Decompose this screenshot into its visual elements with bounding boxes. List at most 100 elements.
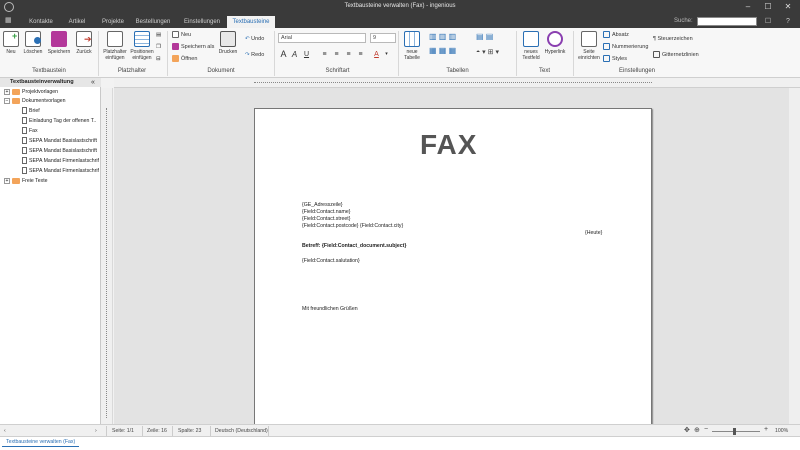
window-toggle-button[interactable]: ☐ xyxy=(761,17,775,27)
redo-button[interactable]: ↷ Redo xyxy=(245,51,264,59)
tab-textbausteine[interactable]: Textbausteine xyxy=(227,16,275,28)
scroll-right-icon[interactable]: › xyxy=(95,428,97,434)
doc-new-icon xyxy=(172,31,179,39)
tree-item-label: SEPA Mandat Basislastschrift xyxy=(29,138,97,144)
print-button[interactable]: Drucken xyxy=(216,31,240,55)
page-setup-label: Seite einrichten xyxy=(578,49,600,61)
document-icon xyxy=(22,127,27,135)
tree-item-sepa-basis-2[interactable]: SEPA Mandat Basislastschrift xyxy=(22,147,97,155)
tree-item-brief[interactable]: Brief xyxy=(22,107,40,115)
undo-button[interactable]: ↶ Undo xyxy=(245,35,264,43)
tab-kontakte[interactable]: Kontakte xyxy=(19,16,63,28)
page-setup-button[interactable]: Seite einrichten xyxy=(577,31,601,61)
tree-item-dokumentvorlagen[interactable]: − Dokumentvorlagen xyxy=(4,97,66,105)
new-button[interactable]: + Neu xyxy=(3,31,19,55)
expand-icon[interactable]: + xyxy=(4,177,10,184)
align-justify-icon[interactable]: ≡ xyxy=(356,50,365,59)
chevron-down-icon[interactable]: ▾ xyxy=(382,50,391,59)
numbering-button[interactable]: Nummerierung xyxy=(603,43,648,51)
expand-icon[interactable]: + xyxy=(4,88,10,95)
zoom-slider-thumb[interactable] xyxy=(733,428,736,435)
fit-view-icon[interactable]: ✥ xyxy=(684,426,690,434)
hyperlink-button[interactable]: Hyperlink xyxy=(544,31,566,55)
gridlines-button[interactable]: Gitternetzlinien xyxy=(653,51,699,59)
tree-item-sepa-firmen-1[interactable]: SEPA Mandat Firmenlastschrif xyxy=(22,157,99,165)
font-family-select[interactable]: Arial xyxy=(278,33,366,43)
apps-grid-icon[interactable]: ▦ xyxy=(5,17,14,25)
save-as-button[interactable]: Speichern als xyxy=(172,43,214,51)
align-right-icon[interactable]: ≡ xyxy=(344,50,353,59)
paragraph-button[interactable]: Absatz xyxy=(603,31,629,39)
numbering-icon xyxy=(603,43,610,51)
table-merge-icon[interactable]: ▦ ▦ ▦ xyxy=(429,47,456,55)
tree-item-einladung[interactable]: Einladung Tag der offenen T.. xyxy=(22,117,96,125)
vertical-ruler[interactable] xyxy=(101,88,113,424)
control-chars-button[interactable]: ¶ Steuerzeichen xyxy=(653,35,693,43)
tree-item-sepa-firmen-2[interactable]: SEPA Mandat Firmenlastschrif xyxy=(22,167,99,175)
insert-placeholder-button[interactable]: Platzhalter einfügen xyxy=(101,31,129,61)
tree-item-label: SEPA Mandat Basislastschrift xyxy=(29,148,97,154)
tab-bestellungen[interactable]: Bestellungen xyxy=(131,16,175,28)
new-table-button[interactable]: neue Tabelle xyxy=(401,31,423,61)
font-size-select[interactable]: 9 xyxy=(370,33,396,43)
zoom-out-icon[interactable]: − xyxy=(704,426,708,433)
positions-icon xyxy=(134,31,150,47)
frame-icon[interactable]: ⊟ xyxy=(156,55,161,63)
tab-einstellungen[interactable]: Einstellungen xyxy=(179,16,225,28)
maximize-button[interactable]: ☐ xyxy=(758,1,778,13)
document-icon xyxy=(22,117,27,125)
styles-button[interactable]: Styles xyxy=(603,55,627,63)
align-center-icon[interactable]: ≡ xyxy=(332,50,341,59)
open-button[interactable]: Öffnen xyxy=(172,55,197,63)
back-button[interactable]: ➔ Zurück xyxy=(74,31,94,55)
new-textfield-label: neues Textfeld xyxy=(522,49,540,61)
scroll-left-icon[interactable]: ‹ xyxy=(4,428,6,434)
title-bar: Textbausteine verwalten (Fax) - ingeniou… xyxy=(0,0,800,14)
copy-icon[interactable]: ❐ xyxy=(156,43,161,51)
group-label-textbaustein: Textbaustein xyxy=(32,68,66,74)
search-input[interactable] xyxy=(697,17,757,26)
zoom-slider[interactable] xyxy=(712,428,760,435)
tree-item-freie-texte[interactable]: + Freie Texte xyxy=(4,177,48,185)
table-border-icon[interactable]: ▤ ▤ xyxy=(476,33,493,41)
document-page[interactable]: FAX {GE_Adresszeile} {Field:Contact.name… xyxy=(254,108,652,428)
tree-item-projektvorlagen[interactable]: + Projektvorlagen xyxy=(4,88,58,96)
save-button[interactable]: Speichern xyxy=(47,31,71,55)
table-fill-icon[interactable]: ◓ ▾ ⊞ ▾ xyxy=(476,49,499,57)
font-grow-icon[interactable]: A xyxy=(279,50,288,59)
collapse-icon[interactable]: − xyxy=(4,97,10,104)
vertical-scrollbar[interactable] xyxy=(789,88,800,424)
group-label-einstellungen: Einstellungen xyxy=(618,68,656,74)
tree-item-fax[interactable]: Fax xyxy=(22,127,38,135)
new-textfield-button[interactable]: neues Textfeld xyxy=(519,31,543,61)
globe-icon xyxy=(547,31,563,47)
underline-icon[interactable]: U xyxy=(302,50,311,59)
help-button[interactable]: ? xyxy=(781,17,795,27)
minimize-button[interactable]: – xyxy=(738,1,758,13)
font-italic-icon[interactable]: A xyxy=(290,50,299,59)
delete-button[interactable]: Löschen xyxy=(22,31,44,55)
group-label-platzhalter: Platzhalter xyxy=(117,68,147,74)
tree-item-sepa-basis-1[interactable]: SEPA Mandat Basislastschrift xyxy=(22,137,97,145)
document-heading: FAX xyxy=(420,129,478,160)
gridlines-icon xyxy=(653,51,660,59)
tab-projekte[interactable]: Projekte xyxy=(95,16,131,28)
styles-icon xyxy=(603,55,610,63)
tab-artikel[interactable]: Artikel xyxy=(63,16,91,28)
tree-item-label: SEPA Mandat Firmenlastschrif xyxy=(29,158,99,164)
status-page: Seite: 1/1 xyxy=(112,428,134,434)
group-label-dokument: Dokument xyxy=(207,68,235,74)
doc-new-button[interactable]: Neu xyxy=(172,31,191,39)
collapse-panel-button[interactable]: « xyxy=(91,78,95,87)
table-insert-row-icon[interactable]: ▥ ▥ ▥ xyxy=(429,33,456,41)
insert-positions-button[interactable]: Positionen einfügen xyxy=(129,31,155,61)
list-icon[interactable]: ▤ xyxy=(156,31,161,39)
close-button[interactable]: ✕ xyxy=(778,1,798,13)
font-color-icon[interactable]: A xyxy=(372,50,381,59)
fit-page-icon[interactable]: ⊕ xyxy=(694,426,700,434)
doc-tab-active[interactable]: Textbausteine verwalten (Fax) xyxy=(2,437,80,447)
zoom-in-icon[interactable]: + xyxy=(764,426,768,433)
document-icon xyxy=(22,167,27,175)
align-left-icon[interactable]: ≡ xyxy=(320,50,329,59)
horizontal-ruler[interactable] xyxy=(114,78,800,88)
